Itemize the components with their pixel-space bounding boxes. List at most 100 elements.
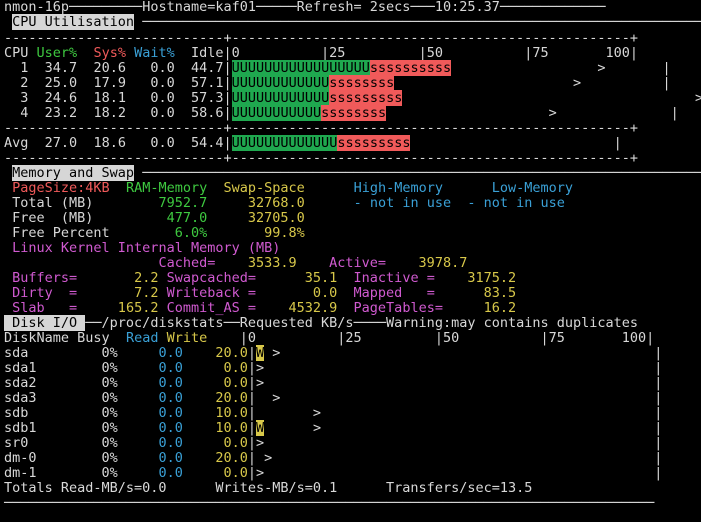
cpu-rows-1-sys: 17.9 xyxy=(93,75,126,91)
memory-buffers-value3: 3175.2 xyxy=(442,270,517,286)
disk-headers-name: DiskName xyxy=(4,330,70,346)
cpu-header: CPU User% Sys% Wait% Idle|0 |25 |50 |75 … xyxy=(4,46,638,61)
disk-rows-3-read: 0.0 xyxy=(134,390,183,406)
memory-section_title: Memory and Swap xyxy=(12,165,135,181)
memory-free_percent-label: Free Percent xyxy=(12,225,110,241)
title_bar-prefix: nmon-16p xyxy=(4,0,70,15)
disk-rows-5-tail: > | xyxy=(264,420,663,436)
memory-header: PageSize:4KB RAM-Memory Swap-Space High-… xyxy=(4,181,573,196)
disk-row: sda3 0% 0.0 20.0| > | xyxy=(4,390,663,406)
cpu-section_title: CPU Utilisation xyxy=(12,14,135,30)
disk-row: sda1 0% 0.0 0.0|> | xyxy=(4,360,663,376)
disk-rows-2-tail: > | xyxy=(256,375,663,391)
disk-warning: Warning:may contains duplicates xyxy=(386,315,639,331)
kernel-buffers-row: Buffers= 2.2 Swapcached= 35.1 Inactive =… xyxy=(4,271,516,286)
memory-total-low: - not in use xyxy=(467,195,565,211)
disk-rows-7-name: dm-0 xyxy=(4,450,94,466)
memory-total-label: Total (MB) xyxy=(12,195,110,211)
disk-requested: Requested KB/s xyxy=(239,315,354,331)
disk-rows-6-name: sr0 xyxy=(4,435,94,451)
title_bar-hostname: Hostname=kaf01 xyxy=(142,0,256,15)
memory-free_percent-ram: 6.0% xyxy=(109,225,208,241)
disk-totals-row: Totals Read-MB/s=0.0 Writes-MB/s=0.1 Tra… xyxy=(4,481,532,496)
memory-buffers-label2: Swapcached= xyxy=(166,270,256,286)
cpu-rows-3-bar_s: ssssssss xyxy=(321,105,387,121)
cpu-rows-2-user: 24.6 xyxy=(44,90,78,106)
cpu-avg-bar_u: UUUUUUUUUUUUU xyxy=(231,135,338,151)
cpu-rows-0-bar_u: UUUUUUUUUUUUUUUUU xyxy=(231,60,370,76)
kernel-memory-title: Linux Kernel Internal Memory (MB) xyxy=(4,241,280,256)
cpu-separator-bottom: ---------------------------+------------… xyxy=(4,151,638,166)
disk-totals-write: Writes-MB/s=0.1 xyxy=(215,480,338,496)
cpu-rows-2-tail: > xyxy=(402,90,701,106)
disk-row: dm-1 0% 0.0 0.0|> | xyxy=(4,465,663,481)
cpu-avg-row: Avg 27.0 18.6 0.0 54.4 | UUUUUUUUUUUUUssss… xyxy=(4,135,622,151)
disk-rows-7-busy: 0% xyxy=(93,450,118,466)
disk-rows-0-tail: > | xyxy=(264,345,663,361)
disk-rows-4-name: sdb xyxy=(4,405,94,421)
disk-rows-6-tail: > | xyxy=(256,435,663,451)
cpu-rows-3-idle: 58.6 xyxy=(191,105,224,121)
disk-rows-6-read: 0.0 xyxy=(134,435,183,451)
cpu-rows-3-sys: 18.2 xyxy=(93,105,126,121)
disk-rows-4-write: 10.0 xyxy=(190,405,248,421)
cpu-headers-idle: Idle xyxy=(191,45,224,61)
disk-row: sdb1 0% 0.0 10.0|W > | xyxy=(4,420,663,436)
memory-dirty-value3: 83.5 xyxy=(442,285,517,301)
cpu-rows-1-bar_u: UUUUUUUUUUUU xyxy=(231,75,330,91)
memory-section-header: Memory and Swap ────────────────────────… xyxy=(12,165,701,181)
cpu-rows-1-id: 2 xyxy=(20,75,29,91)
memory-free-percent-row: Free Percent 6.0% 99.8% xyxy=(4,226,305,241)
disk-source: /proc/diskstats xyxy=(101,315,224,331)
cpu-avg-wait: 0.0 xyxy=(142,135,175,151)
memory-dirty-value2: 0.0 xyxy=(256,285,338,301)
disk-rows-5-name: sdb1 xyxy=(4,420,94,436)
cpu-rows-2-wait: 0.0 xyxy=(142,90,175,106)
memory-cached-value2: 3978.7 xyxy=(386,255,468,271)
disk-headers-read: Read xyxy=(125,330,159,346)
disk-rows-6-busy: 0% xyxy=(93,435,118,451)
cpu-rows-3-user: 23.2 xyxy=(44,105,78,121)
disk-rows-3-write: 20.0 xyxy=(190,390,248,406)
disk-headers-busy: Busy xyxy=(77,330,110,346)
disk-rows-4-tail: > | xyxy=(256,405,663,421)
memory-buffers-label: Buffers= xyxy=(12,270,78,286)
memory-kernel_title: Linux Kernel Internal Memory (MB) xyxy=(12,240,281,256)
cpu-rows-2-bar_s: sssssssss xyxy=(329,90,403,106)
memory-dirty-label: Dirty = xyxy=(12,285,78,301)
disk-rows-2-write: 0.0 xyxy=(190,375,248,391)
cpu-separator: ---------------------------+------------… xyxy=(4,30,638,46)
cpu-rows-1-bar_s: ssssssss xyxy=(329,75,395,91)
cpu-rows-0-sys: 20.6 xyxy=(93,60,126,76)
memory-total-high: - not in use xyxy=(353,195,452,211)
title_bar-refresh: Refresh= 2secs xyxy=(296,0,411,15)
memory-cached-label2: Active= xyxy=(329,255,387,271)
cpu-rows-0-user: 34.7 xyxy=(44,60,78,76)
memory-total-swap: 32768.0 xyxy=(223,195,305,211)
kernel-cached-row: Cached= 3533.9 Active= 3978.7 xyxy=(4,256,467,271)
cpu-rows-2-id: 3 xyxy=(20,90,29,106)
disk-rows-8-read: 0.0 xyxy=(134,465,183,481)
disk-scale: |0 |25 |50 |75 100| xyxy=(239,330,655,346)
memory-buffers-label3: Inactive = xyxy=(353,270,443,286)
cpu-scale: |0 |25 |50 |75 100| xyxy=(223,45,639,61)
disk-rows-5-bar: W xyxy=(256,420,265,436)
cpu-rows-3-bar_u: UUUUUUUUUUU xyxy=(231,105,322,121)
disk-rows-2-read: 0.0 xyxy=(134,375,183,391)
cpu-headers-user: User% xyxy=(36,45,78,61)
disk-row: sda 0% 0.0 20.0|W > | xyxy=(4,345,663,361)
disk-rows-3-busy: 0% xyxy=(93,390,118,406)
cpu-rows-2-bar_u: UUUUUUUUUUUU xyxy=(231,90,330,106)
disk-rows-8-name: dm-1 xyxy=(4,465,94,481)
memory-dirty-label2: Writeback = xyxy=(166,285,256,301)
memory-cached-value: 3533.9 xyxy=(215,255,297,271)
cpu-rows-2-sys: 18.1 xyxy=(93,90,126,106)
disk-section_title: Disk I/O xyxy=(4,315,86,331)
disk-headers-write: Write xyxy=(166,330,208,346)
cpu-rows-1-idle: 57.1 xyxy=(191,75,224,91)
disk-rows-0-write: 20.0 xyxy=(190,345,248,361)
disk-rows-8-tail: > | xyxy=(256,465,663,481)
cpu-separator-mid: ---------------------------+------------… xyxy=(4,121,638,136)
memory-slab-value: 165.2 xyxy=(77,300,159,316)
memory-buffers-value: 2.2 xyxy=(77,270,159,286)
